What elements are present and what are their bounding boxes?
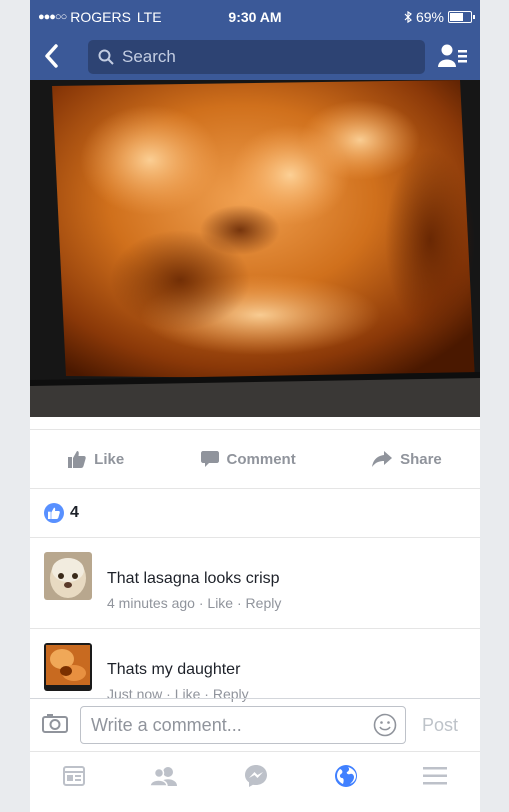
battery-icon — [448, 11, 475, 23]
bluetooth-icon — [404, 11, 412, 23]
like-button[interactable]: Like — [68, 450, 124, 468]
comment-item: That lasagna looks crisp 4 minutes ago ·… — [30, 537, 480, 628]
navigation-bar: Search — [30, 34, 480, 80]
comment-input[interactable]: Write a comment... — [80, 706, 406, 744]
search-input[interactable]: Search — [88, 40, 425, 74]
share-button[interactable]: Share — [372, 451, 442, 468]
camera-icon[interactable] — [42, 713, 68, 738]
globe-notifications-icon[interactable] — [334, 764, 358, 793]
like-badge-icon — [44, 503, 64, 523]
battery-level — [450, 13, 464, 21]
like-count: 4 — [70, 504, 79, 521]
post-button[interactable]: Post — [422, 715, 458, 736]
friends-icon[interactable] — [149, 766, 178, 791]
share-label: Share — [400, 450, 442, 468]
ultrasound-image — [30, 80, 480, 417]
comment-text: Thats my daughter — [107, 661, 241, 678]
chevron-left-icon[interactable] — [44, 44, 58, 71]
news-feed-icon[interactable] — [62, 765, 85, 791]
battery-percent: 69% — [415, 9, 444, 25]
comment-icon — [200, 451, 219, 467]
comment-text: That lasagna looks crisp — [107, 570, 280, 587]
comment-label: Comment — [226, 450, 296, 468]
thumbs-up-icon — [68, 451, 86, 468]
comment-reply-link[interactable]: Reply — [246, 595, 282, 611]
menu-icon[interactable] — [423, 766, 448, 791]
like-label: Like — [94, 450, 125, 468]
app-frame: ●●●○○ ROGERS LTE 9:30 AM 69% Search Like… — [30, 0, 480, 812]
comment-time: 4 minutes ago — [107, 595, 195, 611]
friend-requests-icon[interactable] — [438, 44, 468, 73]
search-placeholder: Search — [122, 47, 176, 66]
smiley-icon[interactable] — [373, 713, 397, 742]
messenger-icon[interactable] — [244, 764, 268, 793]
comment-like-link[interactable]: Like — [207, 595, 233, 611]
avatar[interactable] — [44, 552, 92, 600]
share-arrow-icon — [372, 451, 393, 467]
avatar[interactable] — [44, 643, 92, 691]
post-photo[interactable] — [30, 80, 480, 417]
comment-meta: 4 minutes ago · Like · Reply — [107, 595, 282, 611]
comment-placeholder: Write a comment... — [91, 714, 242, 735]
like-summary[interactable]: 4 — [30, 488, 480, 537]
comment-composer: Write a comment... Post — [30, 698, 480, 751]
search-icon — [98, 49, 114, 65]
comment-button[interactable]: Comment — [200, 450, 296, 468]
tab-bar — [30, 751, 480, 804]
post-actions: Like Comment Share — [30, 429, 480, 488]
status-bar: ●●●○○ ROGERS LTE 9:30 AM 69% — [30, 0, 480, 34]
